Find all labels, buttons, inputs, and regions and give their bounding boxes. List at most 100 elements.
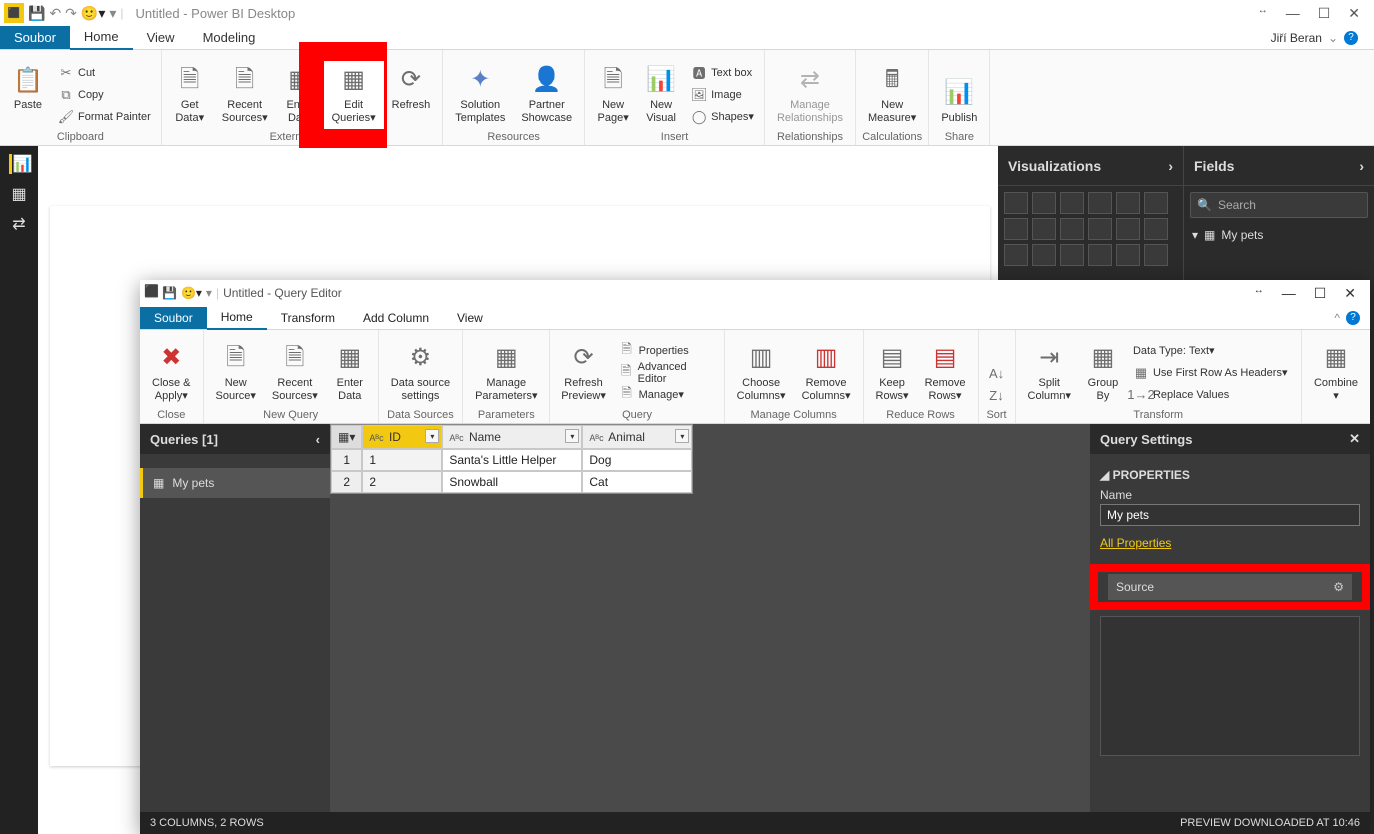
paste-button[interactable]: 📋 Paste (4, 61, 52, 116)
viz-type-icon[interactable] (1116, 218, 1140, 240)
customize-qat-icon[interactable]: ▾ (206, 286, 212, 300)
smiley-icon[interactable]: 🙂▾ (81, 5, 105, 22)
refresh-button[interactable]: ⟳Refresh (384, 61, 439, 116)
remove-columns-button[interactable]: ▥Remove Columns▾ (794, 339, 859, 407)
tab-home[interactable]: Home (70, 25, 133, 50)
customize-qat-icon[interactable]: ▾ (109, 5, 116, 22)
sort-asc-button[interactable]: A↓ (989, 363, 1005, 383)
user-area[interactable]: Jiří Beran ⌄ ? (1271, 31, 1374, 45)
cut-button[interactable]: ✂Cut (58, 63, 151, 83)
column-header-animal[interactable]: Aᴮc Animal▾ (582, 425, 692, 449)
close-panel-icon[interactable]: ✕ (1349, 431, 1360, 447)
viz-type-icon[interactable] (1116, 192, 1140, 214)
viz-type-icon[interactable] (1144, 244, 1168, 266)
recent-sources-button[interactable]: 🗎Recent Sources▾ (264, 339, 326, 407)
table-row[interactable]: 1 1 Santa's Little Helper Dog (331, 449, 692, 471)
new-source-button[interactable]: 🗎New Source▾ (208, 339, 264, 407)
qe-tab-home[interactable]: Home (207, 306, 267, 330)
first-row-headers-button[interactable]: ▦Use First Row As Headers▾ (1133, 363, 1291, 383)
column-header-name[interactable]: Aᴮc Name▾ (442, 425, 582, 449)
applied-step-source[interactable]: Source ⚙ (1108, 574, 1352, 600)
maximize-icon[interactable]: ☐ (1314, 285, 1327, 302)
fields-table-row[interactable]: ▾▦My pets (1192, 228, 1366, 242)
split-column-button[interactable]: ⇥Split Column▾ (1020, 339, 1079, 407)
viz-type-icon[interactable] (1004, 218, 1028, 240)
smiley-icon[interactable]: 🙂▾ (181, 286, 202, 300)
query-name-input[interactable] (1100, 504, 1360, 526)
manage-query-button[interactable]: 🗎Manage▾ (619, 385, 714, 405)
report-view-icon[interactable]: 📊 (9, 154, 29, 174)
query-list-item[interactable]: ▦ My pets (140, 468, 330, 498)
qe-tab-add-column[interactable]: Add Column (349, 307, 443, 329)
group-by-button[interactable]: ▦Group By (1079, 339, 1127, 407)
viz-type-icon[interactable] (1088, 192, 1112, 214)
table-corner[interactable]: ▦▾ (331, 425, 362, 449)
viz-type-icon[interactable] (1004, 244, 1028, 266)
viz-type-icon[interactable] (1060, 218, 1084, 240)
column-header-id[interactable]: Aᴮc ID▾ (362, 425, 442, 449)
help-icon[interactable]: ? (1346, 311, 1360, 325)
viz-type-icon[interactable] (1144, 218, 1168, 240)
text-box-button[interactable]: 🅰Text box (691, 63, 754, 83)
properties-button[interactable]: 🗎Properties (619, 341, 714, 361)
table-row[interactable]: 2 2 Snowball Cat (331, 471, 692, 493)
chevron-right-icon[interactable]: › (1168, 158, 1173, 174)
viz-type-icon[interactable] (1144, 192, 1168, 214)
solution-templates-button[interactable]: ✦Solution Templates (447, 61, 513, 129)
publish-button[interactable]: 📊Publish (933, 74, 985, 129)
data-view-icon[interactable]: ▦ (9, 184, 29, 204)
qe-tab-transform[interactable]: Transform (267, 307, 349, 329)
copy-button[interactable]: ⧉Copy (58, 85, 151, 105)
tab-soubor[interactable]: Soubor (0, 26, 70, 49)
maximize-icon[interactable]: ☐ (1318, 5, 1331, 22)
remove-rows-button[interactable]: ▤Remove Rows▾ (917, 339, 974, 407)
replace-values-button[interactable]: 1→2Replace Values (1133, 385, 1291, 405)
qe-tab-view[interactable]: View (443, 307, 497, 329)
enter-data-button[interactable]: ▦Enter Data (276, 61, 324, 129)
undo-icon[interactable]: ↶ (49, 5, 61, 22)
save-icon[interactable]: 💾 (28, 5, 45, 22)
resize-handle-icon[interactable]: ↔ (1258, 5, 1268, 22)
get-data-button[interactable]: 🗎Get Data▾ (166, 61, 214, 129)
fields-search[interactable]: 🔍Search (1190, 192, 1368, 218)
collapse-ribbon-icon[interactable]: ^ (1334, 311, 1340, 325)
viz-type-icon[interactable] (1032, 244, 1056, 266)
data-type-button[interactable]: Data Type: Text▾ (1133, 341, 1291, 361)
recent-sources-button[interactable]: 🗎Recent Sources▾ (214, 61, 276, 129)
viz-type-icon[interactable] (1032, 192, 1056, 214)
viz-type-icon[interactable] (1060, 192, 1084, 214)
close-icon[interactable]: ✕ (1344, 285, 1356, 302)
filter-icon[interactable]: ▾ (565, 429, 579, 443)
tab-view[interactable]: View (133, 26, 189, 49)
viz-type-icon[interactable] (1032, 218, 1056, 240)
viz-type-icon[interactable] (1004, 192, 1028, 214)
minimize-icon[interactable]: — (1286, 5, 1300, 22)
viz-type-icon[interactable] (1116, 244, 1140, 266)
keep-rows-button[interactable]: ▤Keep Rows▾ (868, 339, 917, 407)
filter-icon[interactable]: ▾ (675, 429, 689, 443)
edit-queries-button[interactable]: ▦Edit Queries▾ (324, 61, 384, 129)
format-painter-button[interactable]: 🖌Format Painter (58, 107, 151, 127)
advanced-editor-button[interactable]: 🗎Advanced Editor (619, 363, 714, 383)
sort-desc-button[interactable]: Z↓ (989, 385, 1005, 405)
all-properties-link[interactable]: All Properties (1100, 536, 1171, 550)
combine-button[interactable]: ▦Combine ▾ (1306, 339, 1366, 407)
enter-data-button[interactable]: ▦Enter Data (326, 339, 374, 407)
manage-relationships-button[interactable]: ⇄Manage Relationships (769, 61, 851, 129)
close-apply-button[interactable]: ✖Close & Apply▾ (144, 339, 199, 407)
qe-tab-soubor[interactable]: Soubor (140, 307, 207, 329)
resize-handle-icon[interactable]: ↔ (1254, 285, 1264, 302)
close-icon[interactable]: ✕ (1348, 5, 1360, 22)
model-view-icon[interactable]: ⇄ (9, 214, 29, 234)
shapes-button[interactable]: ◯Shapes▾ (691, 107, 754, 127)
help-icon[interactable]: ? (1344, 31, 1358, 45)
partner-showcase-button[interactable]: 👤Partner Showcase (513, 61, 580, 129)
save-icon[interactable]: 💾 (162, 286, 177, 300)
image-button[interactable]: 🖼Image (691, 85, 754, 105)
filter-icon[interactable]: ▾ (425, 429, 439, 443)
choose-columns-button[interactable]: ▥Choose Columns▾ (729, 339, 794, 407)
minimize-icon[interactable]: — (1282, 285, 1296, 302)
chevron-right-icon[interactable]: › (1359, 158, 1364, 174)
viz-type-icon[interactable] (1088, 218, 1112, 240)
viz-type-icon[interactable] (1088, 244, 1112, 266)
